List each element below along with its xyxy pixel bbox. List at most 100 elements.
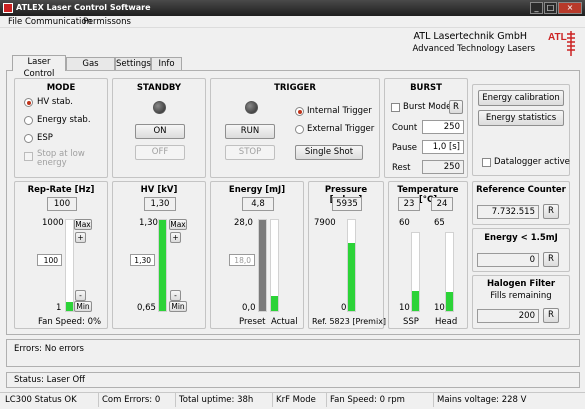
mode-panel: MODE HV stab. Energy stab. ESP Stop at l… [14, 78, 108, 178]
status-uptime: Total uptime: 38h [175, 393, 253, 407]
reprate-plus-button[interactable]: + [75, 232, 86, 243]
hv-min-label: 0,65 [137, 303, 156, 313]
energy-calibration-button[interactable]: Energy calibration [478, 90, 564, 106]
burst-pause-label: Pause [392, 143, 417, 153]
energy-preset-bar[interactable] [258, 219, 267, 312]
reprate-min-button[interactable]: Min [74, 301, 92, 312]
mode-energy-radio[interactable] [24, 116, 33, 125]
stop-low-energy-label: Stop at low energy [37, 149, 85, 168]
reprate-minus-button[interactable]: - [75, 290, 86, 301]
head-max-label: 65 [434, 218, 445, 228]
energy-setpoint[interactable]: 18,0 [229, 254, 255, 266]
low-energy-panel: Energy < 1.5mJ 0 R [472, 228, 570, 272]
temperature-panel: Temperature [°C] 23 24 60 65 10 10 SSP H… [388, 181, 468, 329]
burst-count-field[interactable]: 250 [422, 120, 464, 134]
hv-bar[interactable] [158, 219, 167, 312]
hv-min-button[interactable]: Min [169, 301, 187, 312]
reprate-max-label: 1000 [42, 218, 64, 228]
pressure-bar [347, 219, 356, 312]
tab-settings[interactable]: Settings [115, 57, 151, 70]
svg-text:ATL: ATL [548, 32, 567, 43]
hv-value: 1,30 [144, 197, 176, 211]
stop-button[interactable]: STOP [225, 145, 275, 160]
external-trigger-radio[interactable] [295, 125, 304, 134]
energy-min-label: 0,0 [242, 303, 256, 313]
external-trigger-label: External Trigger [307, 124, 375, 134]
reference-counter-title: Reference Counter [476, 185, 566, 195]
energy-preset-fill [259, 220, 266, 311]
tab-info[interactable]: Info [151, 57, 182, 70]
standby-on-button[interactable]: ON [135, 124, 185, 139]
ssp-min-label: 10 [399, 303, 410, 313]
stop-low-energy-checkbox[interactable] [24, 152, 33, 161]
maximize-button[interactable]: □ [544, 2, 557, 14]
reprate-max-button[interactable]: Max [74, 219, 92, 230]
standby-panel: STANDBY ON OFF [112, 78, 206, 178]
energy-actual-label: Actual [271, 317, 298, 327]
menu-file[interactable]: File [8, 17, 22, 27]
halogen-filter-panel: Halogen Filter Fills remaining 200 R [472, 275, 570, 329]
burst-count-label: Count [392, 123, 418, 133]
head-temp-fill [446, 291, 453, 311]
halogen-reset-button[interactable]: R [543, 308, 559, 323]
internal-trigger-radio[interactable] [295, 107, 304, 116]
energy-statistics-button[interactable]: Energy statistics [478, 110, 564, 126]
ssp-temp-fill [412, 290, 419, 311]
reprate-setpoint[interactable]: 100 [37, 254, 62, 266]
status-com-errors: Com Errors: 0 [98, 393, 160, 407]
pressure-value: 5935 [332, 197, 362, 211]
reprate-value: 100 [47, 197, 77, 211]
halogen-filter-title: Halogen Filter [486, 279, 556, 289]
mode-esp-radio[interactable] [24, 134, 33, 143]
trigger-panel: TRIGGER RUN STOP Internal Trigger Extern… [210, 78, 380, 178]
low-energy-value: 0 [477, 253, 539, 267]
atl-logo: ATL [545, 28, 577, 58]
internal-trigger-label: Internal Trigger [307, 106, 372, 116]
burst-title: BURST [410, 83, 442, 93]
burst-pause-field[interactable]: 1,0 [s] [422, 140, 464, 154]
mode-energy-label: Energy stab. [37, 115, 91, 125]
burst-reset-button[interactable]: R [449, 100, 463, 114]
low-energy-reset-button[interactable]: R [543, 252, 559, 267]
datalogger-checkbox[interactable] [482, 158, 491, 167]
mode-hv-radio[interactable] [24, 98, 33, 107]
close-button[interactable]: × [558, 2, 582, 14]
standby-off-button[interactable]: OFF [135, 145, 185, 160]
tab-gas-control[interactable]: Gas Control [66, 57, 115, 81]
burst-rest-field: 250 [422, 160, 464, 174]
hv-plus-button[interactable]: + [170, 232, 181, 243]
menu-bar: File Communication Permissons [0, 16, 585, 28]
energy-actual-fill [271, 295, 278, 311]
trigger-led [245, 101, 258, 114]
head-min-label: 10 [434, 303, 445, 313]
errors-text: Errors: No errors [14, 344, 84, 354]
hv-max-label: 1,30 [139, 218, 158, 228]
energy-preset-label: Preset [239, 317, 266, 327]
pressure-bar-fill [348, 242, 355, 311]
hv-setpoint[interactable]: 1,30 [130, 254, 155, 266]
reference-counter-reset-button[interactable]: R [543, 204, 559, 219]
hv-minus-button[interactable]: - [170, 290, 181, 301]
minimize-button[interactable]: _ [530, 2, 543, 14]
hv-max-button[interactable]: Max [169, 219, 187, 230]
head-label: Head [435, 317, 458, 327]
reprate-title: Rep-Rate [Hz] [27, 185, 95, 195]
single-shot-button[interactable]: Single Shot [295, 145, 363, 160]
ssp-temp-bar [411, 232, 420, 312]
standby-led [153, 101, 166, 114]
reprate-bar[interactable] [65, 219, 74, 312]
tab-laser-control[interactable]: Laser Control [12, 55, 66, 79]
halogen-filter-subtitle: Fills remaining [490, 291, 552, 301]
menu-permissions[interactable]: Permissons [83, 17, 131, 27]
title-bar: ATLEX Laser Control Software [0, 0, 585, 16]
hv-bar-fill [159, 220, 166, 311]
burst-mode-checkbox[interactable] [391, 103, 400, 112]
status-lc300: LC300 Status OK [5, 395, 77, 405]
energy-panel: Energy [mJ] 4,8 28,0 18,0 0,0 Preset Act… [210, 181, 304, 329]
menu-communication[interactable]: Communication [25, 17, 92, 27]
head-temp-bar [445, 232, 454, 312]
trigger-title: TRIGGER [274, 83, 316, 93]
run-button[interactable]: RUN [225, 124, 275, 139]
reprate-panel: Rep-Rate [Hz] 100 1000 Max + 100 - Min 1… [14, 181, 108, 329]
mode-esp-label: ESP [37, 133, 53, 143]
